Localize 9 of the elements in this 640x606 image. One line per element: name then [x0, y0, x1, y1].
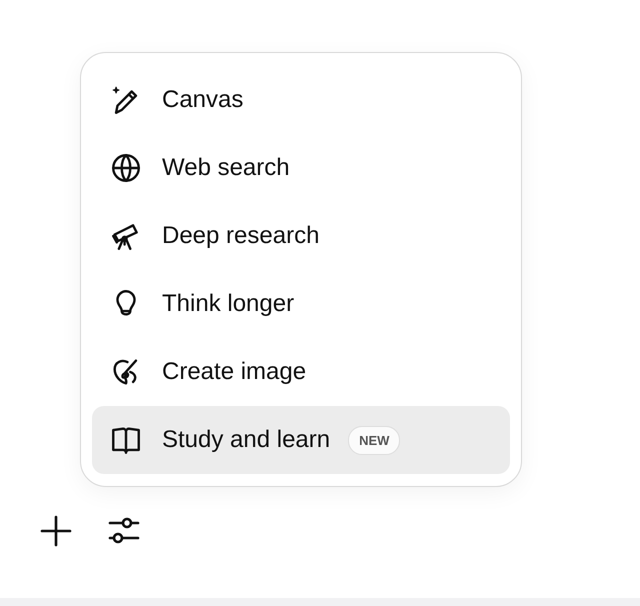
menu-item[interactable]: Canvas [92, 66, 510, 134]
menu-item[interactable]: Think longer [92, 270, 510, 338]
menu-item[interactable]: Study and learn NEW [92, 406, 510, 474]
globe-icon [109, 151, 143, 185]
menu-item[interactable]: Deep research [92, 202, 510, 270]
add-icon[interactable] [40, 515, 72, 547]
menu-item[interactable]: Web search [92, 134, 510, 202]
new-badge: NEW [348, 426, 400, 454]
menu-item[interactable]: Create image [92, 338, 510, 406]
